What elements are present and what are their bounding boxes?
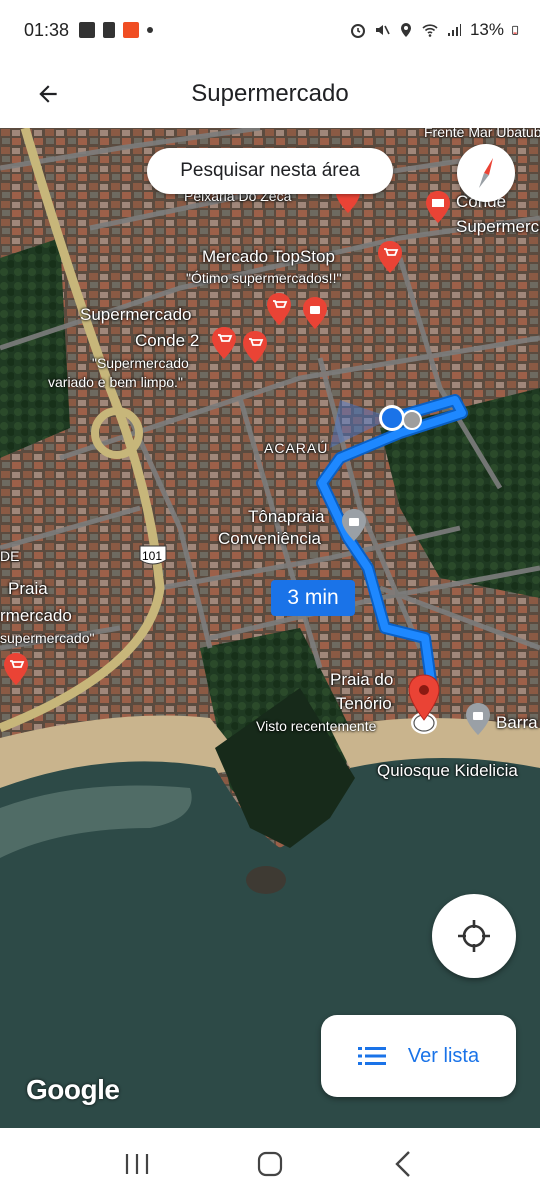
app-bar: Supermercado: [0, 60, 540, 128]
place-label-frente-mar: Frente Mar Ubatuba: [424, 128, 540, 140]
arrow-left-icon: [39, 85, 57, 103]
home-icon: [257, 1151, 283, 1177]
search-this-area-button[interactable]: Pesquisar nesta área: [147, 148, 393, 194]
shopping-cart-pin-icon[interactable]: [2, 652, 30, 686]
system-back-button[interactable]: [373, 1134, 433, 1194]
location-icon: [400, 23, 411, 37]
page-title: Supermercado: [191, 80, 349, 107]
place-label-conde2-line1: Supermercado: [80, 305, 192, 324]
view-list-button[interactable]: Ver lista: [321, 1015, 516, 1097]
place-review-conde2-1: "Supermercado: [92, 355, 189, 371]
alarm-icon: [350, 24, 365, 38]
view-list-label: Ver lista: [407, 1044, 480, 1067]
destination-pin-icon[interactable]: [404, 673, 444, 737]
wifi-icon: [422, 24, 438, 37]
shopping-bag-pin-icon[interactable]: [301, 296, 329, 330]
map-view[interactable]: 101 Frente Mar Ubatuba Peixaria Do Zeca …: [0, 128, 540, 1128]
recent-apps-button[interactable]: [107, 1134, 167, 1194]
notification-icons: [79, 22, 154, 38]
place-review-topstop: "Ótimo supermercados!!": [186, 270, 342, 286]
compass-icon: [479, 158, 493, 188]
shopping-bag-pin-icon[interactable]: [340, 508, 368, 542]
place-label-quiosque: Quiosque Kidelicia: [377, 761, 518, 780]
list-icon: [357, 1047, 386, 1065]
battery-percent: 13%: [469, 20, 504, 39]
shopping-cart-pin-icon[interactable]: [241, 330, 269, 364]
place-label-tenorio-2: Tenório: [336, 694, 392, 713]
google-logo: Google: [26, 1074, 120, 1105]
more-notifications-icon: [147, 27, 154, 33]
status-bar: 01:38 13%: [0, 0, 540, 60]
shopping-cart-pin-icon[interactable]: [210, 326, 238, 360]
place-label-left-praia: Praia: [8, 579, 48, 598]
recent-apps-icon: [125, 1154, 148, 1174]
crosshair-icon: [458, 920, 490, 952]
battery-icon: [512, 25, 519, 35]
place-label-topstop: Mercado TopStop: [202, 247, 335, 266]
place-label-visto-recentemente: Visto recentemente: [256, 718, 377, 734]
image-icon: [79, 22, 96, 38]
shopping-cart-pin-icon[interactable]: [265, 292, 293, 326]
place-label-tonapraia-2: Conveniência: [218, 529, 322, 548]
shopping-app-icon: [123, 22, 140, 38]
place-label-conde-supermercado: Supermercado: [456, 217, 540, 236]
chevron-left-icon: [395, 1151, 411, 1177]
place-label-tenorio-1: Praia do: [330, 670, 394, 689]
highway-shield-label: 101: [142, 549, 163, 563]
signal-icon: [447, 24, 461, 36]
place-review-conde2-2: variado e bem limpo.": [48, 374, 183, 390]
my-location-button[interactable]: [432, 894, 516, 978]
place-label-left-mercado: rmercado: [0, 606, 72, 625]
place-label-barra: Barra: [496, 713, 538, 732]
store-pin-icon[interactable]: [424, 190, 452, 224]
mute-icon: [375, 25, 390, 35]
place-label-conde2-line2: Conde 2: [135, 331, 200, 350]
back-button[interactable]: [16, 62, 80, 126]
place-label-tonapraia-1: Tônapraia: [248, 507, 325, 526]
status-right: 13%: [350, 0, 522, 60]
place-label-left-de: DE: [0, 548, 20, 564]
neighborhood-label: ACARAÚ: [264, 440, 329, 456]
shopping-bag-pin-icon[interactable]: [464, 702, 492, 736]
shopping-cart-pin-icon[interactable]: [376, 240, 404, 274]
status-time: 01:38: [24, 19, 70, 40]
system-nav-bar: [0, 1128, 540, 1200]
place-review-left: supermercado": [0, 630, 95, 646]
route-eta-badge: 3 min: [271, 580, 355, 616]
home-button[interactable]: [240, 1134, 300, 1194]
alert-icon: [103, 22, 116, 38]
compass-button[interactable]: [457, 144, 515, 202]
